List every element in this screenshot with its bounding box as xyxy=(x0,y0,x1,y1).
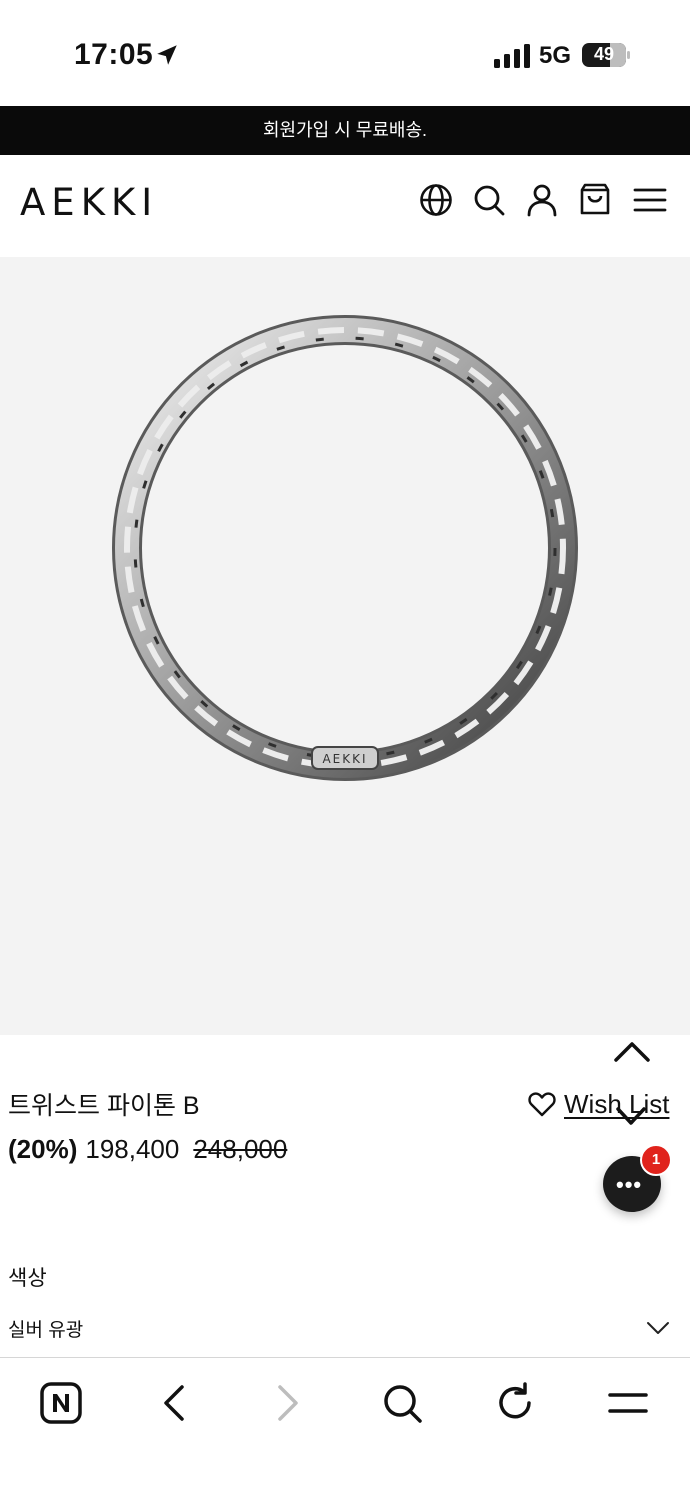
search-icon[interactable] xyxy=(472,183,506,217)
browser-toolbar xyxy=(0,1359,690,1500)
color-select-value: 실버 유광 xyxy=(8,1320,84,1341)
promo-banner[interactable]: 회원가입 시 무료배송. xyxy=(0,106,690,155)
menu-icon[interactable] xyxy=(633,183,667,217)
cart-icon[interactable] xyxy=(578,183,612,217)
cellular-signal-icon xyxy=(494,44,530,68)
bracelet-engraving: AEKKI xyxy=(322,752,367,766)
wish-list-button[interactable]: Wish List xyxy=(528,1088,669,1120)
brand-logo[interactable]: AEKKI xyxy=(20,181,158,224)
option-label-color: 색상 xyxy=(8,1267,47,1290)
color-select[interactable]: 실버 유광 xyxy=(0,1300,690,1358)
heart-icon xyxy=(528,1092,556,1117)
scroll-down-icon[interactable] xyxy=(614,1103,648,1129)
status-bar: 17:05 5G 49 xyxy=(0,0,690,106)
chat-badge: 1 xyxy=(640,1144,672,1176)
location-arrow-icon xyxy=(157,45,177,65)
bracelet-image: AEKKI xyxy=(112,315,578,781)
reload-icon[interactable] xyxy=(493,1381,537,1425)
search-icon[interactable] xyxy=(380,1381,424,1425)
product-image[interactable]: AEKKI xyxy=(0,257,690,1035)
price-row: (20%) 198,400 248,000 xyxy=(8,1134,287,1165)
network-type: 5G xyxy=(539,42,572,69)
original-price: 248,000 xyxy=(193,1134,288,1164)
globe-icon[interactable] xyxy=(419,183,453,217)
naver-home-icon[interactable] xyxy=(39,1381,83,1425)
status-time: 17:05 xyxy=(74,38,154,71)
battery-icon: 49 xyxy=(582,43,630,67)
chat-button[interactable]: ••• 1 xyxy=(600,1140,680,1220)
scroll-up-icon[interactable] xyxy=(612,1038,652,1066)
forward-icon[interactable] xyxy=(266,1381,310,1425)
product-name: 트위스트 파이톤 B xyxy=(8,1092,200,1120)
chevron-down-icon xyxy=(647,1322,669,1334)
menu-icon[interactable] xyxy=(606,1381,650,1425)
battery-level: 49 xyxy=(593,44,615,64)
back-icon[interactable] xyxy=(152,1381,196,1425)
discount-rate: (20%) xyxy=(8,1134,78,1164)
sale-price: 198,400 xyxy=(85,1134,180,1164)
site-header: AEKKI xyxy=(0,155,690,257)
user-icon[interactable] xyxy=(525,183,559,217)
